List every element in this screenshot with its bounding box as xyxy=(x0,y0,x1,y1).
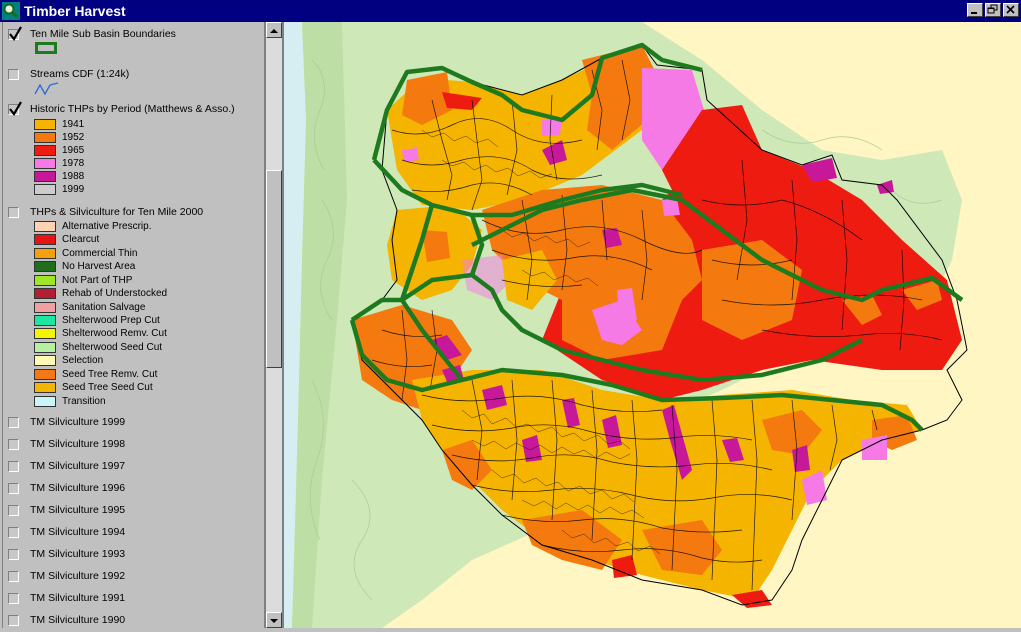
layer-checkbox[interactable] xyxy=(8,438,19,450)
layer-checkbox[interactable] xyxy=(8,614,19,626)
layer-checkbox[interactable] xyxy=(8,570,19,582)
legend-item-silviculture: No Harvest Area xyxy=(34,260,135,273)
legend-swatch xyxy=(34,248,56,259)
legend-item-silviculture: Shelterwood Remv. Cut xyxy=(34,327,167,340)
layer-checkbox[interactable] xyxy=(8,592,19,604)
legend-item-silviculture: Transition xyxy=(34,395,106,408)
legend-swatch xyxy=(34,382,56,393)
layer-tm-silviculture[interactable]: TM Silviculture 1999 xyxy=(8,414,125,430)
scroll-thumb[interactable] xyxy=(266,170,282,368)
checkmark-icon xyxy=(9,100,22,116)
legend-item-period: 1941 xyxy=(34,118,84,131)
layer-tm-silviculture[interactable]: TM Silviculture 1996 xyxy=(8,480,125,496)
layer-tm-silviculture[interactable]: TM Silviculture 1998 xyxy=(8,436,125,452)
toc-scrollbar[interactable] xyxy=(265,22,282,628)
layer-checkbox[interactable] xyxy=(8,482,19,494)
layer-historic-thps[interactable]: Historic THPs by Period (Matthews & Asso… xyxy=(8,100,235,117)
layer-thps-silviculture-2000[interactable]: THPs & Silviculture for Ten Mile 2000 xyxy=(8,204,203,220)
layer-label: Streams CDF (1:24k) xyxy=(30,68,130,80)
layer-tm-silviculture[interactable]: TM Silviculture 1991 xyxy=(8,590,125,606)
layer-tm-silviculture[interactable]: TM Silviculture 1990 xyxy=(8,612,125,628)
legend-item-silviculture: Rehab of Understocked xyxy=(34,287,167,300)
layer-checkbox[interactable] xyxy=(8,460,19,472)
legend-item-silviculture: Seed Tree Seed Cut xyxy=(34,381,153,394)
layer-checkbox[interactable] xyxy=(8,100,22,116)
legend-item-silviculture: Seed Tree Remv. Cut xyxy=(34,368,157,381)
legend-item-period: 1999 xyxy=(34,183,84,196)
layer-checkbox[interactable] xyxy=(8,206,19,218)
stream-line-icon xyxy=(34,82,59,96)
legend-swatch xyxy=(34,275,56,286)
legend-swatch xyxy=(34,145,56,156)
layer-tm-silviculture[interactable]: TM Silviculture 1992 xyxy=(8,568,125,584)
arrow-down-icon xyxy=(270,619,278,623)
title-bar[interactable]: Timber Harvest xyxy=(0,0,1021,22)
legend-item-period: 1978 xyxy=(34,157,84,170)
legend-item-period: 1988 xyxy=(34,170,84,183)
legend-swatch xyxy=(34,315,56,326)
legend-swatch xyxy=(34,369,56,380)
layer-sub-basin-boundaries[interactable]: Ten Mile Sub Basin Boundaries xyxy=(8,25,176,42)
legend-item-silviculture: Alternative Prescrip. xyxy=(34,220,151,233)
magnifier-icon xyxy=(2,2,20,20)
layer-label: Ten Mile Sub Basin Boundaries xyxy=(30,28,176,40)
layer-checkbox[interactable] xyxy=(8,416,19,428)
timber-harvest-window: Timber Harvest Ten Mile Sub Basin Bounda… xyxy=(0,0,1021,628)
legend-swatch xyxy=(34,302,56,313)
legend-swatch xyxy=(34,261,56,272)
legend-item-silviculture: Selection xyxy=(34,354,103,367)
checkmark-icon xyxy=(9,25,22,41)
scroll-down-button[interactable] xyxy=(266,612,282,628)
legend-item-silviculture: Sanitation Salvage xyxy=(34,301,145,314)
legend-swatch xyxy=(34,288,56,299)
legend-swatch xyxy=(34,119,56,130)
legend-swatch xyxy=(34,342,56,353)
arrow-up-icon xyxy=(270,29,278,33)
scroll-up-button[interactable] xyxy=(266,22,282,38)
layer-label: THPs & Silviculture for Ten Mile 2000 xyxy=(30,206,204,218)
legend-item-silviculture: Shelterwood Seed Cut xyxy=(34,341,162,354)
legend-swatch xyxy=(34,355,56,366)
map-view[interactable] xyxy=(282,22,1021,628)
legend-item-period: 1965 xyxy=(34,144,84,157)
table-of-contents: Ten Mile Sub Basin Boundaries Streams CD… xyxy=(0,22,265,628)
layer-checkbox[interactable] xyxy=(8,68,19,80)
map-canvas[interactable] xyxy=(284,22,1021,628)
layer-tm-silviculture[interactable]: TM Silviculture 1997 xyxy=(8,458,125,474)
layer-label: Historic THPs by Period (Matthews & Asso… xyxy=(30,103,235,115)
restore-button[interactable] xyxy=(985,3,1001,17)
window-title: Timber Harvest xyxy=(24,3,126,19)
layer-checkbox[interactable] xyxy=(8,526,19,538)
layer-streams[interactable]: Streams CDF (1:24k) xyxy=(8,66,129,82)
legend-item-silviculture: Shelterwood Prep Cut xyxy=(34,314,160,327)
layer-checkbox[interactable] xyxy=(8,25,22,41)
layer-tm-silviculture[interactable]: TM Silviculture 1995 xyxy=(8,502,125,518)
boundary-legend-swatch xyxy=(35,42,57,54)
legend-swatch xyxy=(34,171,56,182)
layer-checkbox[interactable] xyxy=(8,504,19,516)
legend-swatch xyxy=(34,132,56,143)
legend-swatch xyxy=(34,234,56,245)
legend-swatch xyxy=(34,221,56,232)
legend-item-silviculture: Commercial Thin xyxy=(34,247,137,260)
minimize-button[interactable] xyxy=(967,3,983,17)
legend-item-silviculture: Clearcut xyxy=(34,233,99,246)
legend-item-period: 1952 xyxy=(34,131,84,144)
legend-swatch xyxy=(34,184,56,195)
legend-item-silviculture: Not Part of THP xyxy=(34,274,132,287)
legend-swatch xyxy=(34,328,56,339)
close-button[interactable] xyxy=(1003,3,1019,17)
legend-swatch xyxy=(34,158,56,169)
layer-checkbox[interactable] xyxy=(8,548,19,560)
layer-tm-silviculture[interactable]: TM Silviculture 1993 xyxy=(8,546,125,562)
layer-tm-silviculture[interactable]: TM Silviculture 1994 xyxy=(8,524,125,540)
legend-swatch xyxy=(34,396,56,407)
